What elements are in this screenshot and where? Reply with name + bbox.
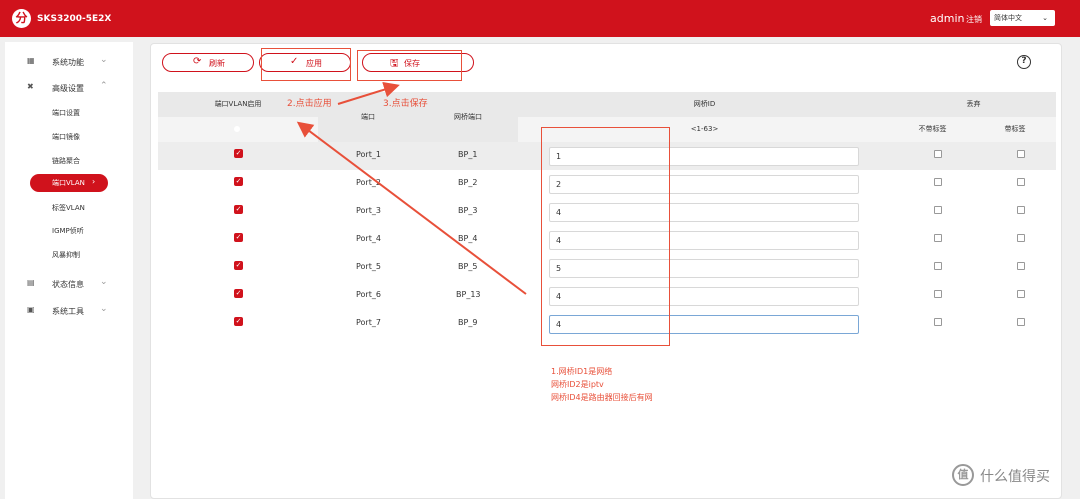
tagged-checkbox[interactable] <box>1017 262 1025 270</box>
bridge-port: BP_3 <box>458 206 478 215</box>
product-name: SKS3200-5E2X <box>37 14 112 24</box>
note-line-2: 网桥ID2是iptv <box>551 380 604 389</box>
untagged-checkbox[interactable] <box>934 318 942 326</box>
header-bridge-port: 网桥端口 <box>418 92 518 142</box>
language-value: 简体中文 <box>994 14 1022 22</box>
port-name: Port_5 <box>356 262 381 271</box>
chevron-up-icon: ⌃ <box>100 81 108 91</box>
language-select[interactable]: 简体中文 ⌄ <box>990 10 1055 26</box>
top-bar: 分 SKS3200-5E2X admin 注销 简体中文 ⌄ <box>0 0 1080 37</box>
sidebar-item-tag-vlan[interactable]: 标签VLAN <box>52 203 85 213</box>
sidebar-item-port-vlan[interactable]: 端口VLAN › <box>30 174 108 192</box>
sidebar-item-status[interactable]: ▤ 状态信息 ⌄ <box>5 274 133 294</box>
bridge-port: BP_1 <box>458 150 478 159</box>
annotation-box-save <box>357 50 462 81</box>
port-name: Port_7 <box>356 318 381 327</box>
help-icon[interactable]: ? <box>1017 55 1031 69</box>
sidebar-item-port-mirror[interactable]: 端口镜像 <box>52 132 80 142</box>
tagged-checkbox[interactable] <box>1017 206 1025 214</box>
annotation-step-2: 2.点击应用 <box>287 99 332 109</box>
brand-logo-icon: 分 <box>12 9 31 28</box>
tagged-checkbox[interactable] <box>1017 178 1025 186</box>
note-line-3: 网桥ID4是路由器回接后有网 <box>551 393 653 402</box>
enable-checkbox[interactable]: ✓ <box>234 261 243 270</box>
untagged-checkbox[interactable] <box>934 206 942 214</box>
annotation-step-3: 3.点击保存 <box>383 99 428 109</box>
monitor-icon: ▤ <box>27 278 35 287</box>
chevron-right-icon: › <box>92 177 96 186</box>
annotation-box-bridge-ids <box>541 127 670 346</box>
sidebar-item-igmp[interactable]: IGMP侦听 <box>52 226 84 236</box>
refresh-icon: ⟳ <box>193 56 202 67</box>
untagged-checkbox[interactable] <box>934 234 942 242</box>
port-name: Port_4 <box>356 234 381 243</box>
header-tagged: 带标签 <box>974 117 1056 142</box>
tagged-checkbox[interactable] <box>1017 290 1025 298</box>
tagged-checkbox[interactable] <box>1017 318 1025 326</box>
enable-checkbox[interactable]: ✓ <box>234 205 243 214</box>
chevron-down-icon: ⌄ <box>1042 14 1048 22</box>
watermark-text: 什么值得买 <box>980 469 1050 485</box>
sidebar-item-port-settings[interactable]: 端口设置 <box>52 108 80 118</box>
enable-all-toggle[interactable] <box>234 126 240 132</box>
toolbox-icon: ▣ <box>27 305 35 314</box>
watermark-logo-icon: 值 <box>952 464 974 486</box>
sidebar-item-link-aggregation[interactable]: 链路聚合 <box>52 156 80 166</box>
bridge-port: BP_13 <box>456 290 481 299</box>
header-discard: 丢弃 <box>891 92 1056 117</box>
refresh-label: 刷新 <box>209 59 225 68</box>
enable-checkbox[interactable]: ✓ <box>234 289 243 298</box>
enable-checkbox[interactable]: ✓ <box>234 149 243 158</box>
bridge-port: BP_4 <box>458 234 478 243</box>
untagged-checkbox[interactable] <box>934 290 942 298</box>
header-untagged: 不带标签 <box>891 117 974 142</box>
sidebar-item-label: 系统功能 <box>52 58 84 67</box>
tagged-checkbox[interactable] <box>1017 234 1025 242</box>
enable-checkbox[interactable]: ✓ <box>234 317 243 326</box>
port-name: Port_2 <box>356 178 381 187</box>
port-name: Port_3 <box>356 206 381 215</box>
port-name: Port_1 <box>356 150 381 159</box>
sidebar-item-advanced[interactable]: ✖ 高级设置 ⌃ <box>5 78 133 98</box>
sidebar-item-label: 状态信息 <box>52 280 84 289</box>
sidebar-item-system-functions[interactable]: ▦ 系统功能 ⌄ <box>5 52 133 72</box>
bridge-port: BP_5 <box>458 262 478 271</box>
tools-icon: ✖ <box>27 82 34 91</box>
grid-icon: ▦ <box>27 56 35 65</box>
enable-checkbox[interactable]: ✓ <box>234 233 243 242</box>
sidebar-item-label: 高级设置 <box>52 84 84 93</box>
annotation-box-apply <box>261 48 351 81</box>
chevron-down-icon: ⌄ <box>100 304 108 314</box>
chevron-down-icon: ⌄ <box>100 55 108 65</box>
sidebar: ▦ 系统功能 ⌄ ✖ 高级设置 ⌃ 端口设置 端口镜像 链路聚合 端口VLAN … <box>5 42 133 499</box>
untagged-checkbox[interactable] <box>934 262 942 270</box>
header-enable-all-cell <box>158 117 318 142</box>
tagged-checkbox[interactable] <box>1017 150 1025 158</box>
chevron-down-icon: ⌄ <box>100 277 108 287</box>
sidebar-item-label: 系统工具 <box>52 307 84 316</box>
refresh-button[interactable]: ⟳ 刷新 <box>162 53 254 72</box>
sidebar-item-label: 端口VLAN <box>52 179 85 187</box>
untagged-checkbox[interactable] <box>934 178 942 186</box>
sidebar-item-tools[interactable]: ▣ 系统工具 ⌄ <box>5 301 133 321</box>
port-name: Port_6 <box>356 290 381 299</box>
bridge-port: BP_2 <box>458 178 478 187</box>
sidebar-item-storm-control[interactable]: 风暴抑制 <box>52 250 80 260</box>
note-line-1: 1.网桥ID1是网络 <box>551 367 613 376</box>
untagged-checkbox[interactable] <box>934 150 942 158</box>
bridge-port: BP_9 <box>458 318 478 327</box>
header-bridge-id: 网桥ID <box>518 92 891 117</box>
user-name: admin <box>930 12 965 25</box>
logout-link[interactable]: 注销 <box>966 14 982 25</box>
enable-checkbox[interactable]: ✓ <box>234 177 243 186</box>
